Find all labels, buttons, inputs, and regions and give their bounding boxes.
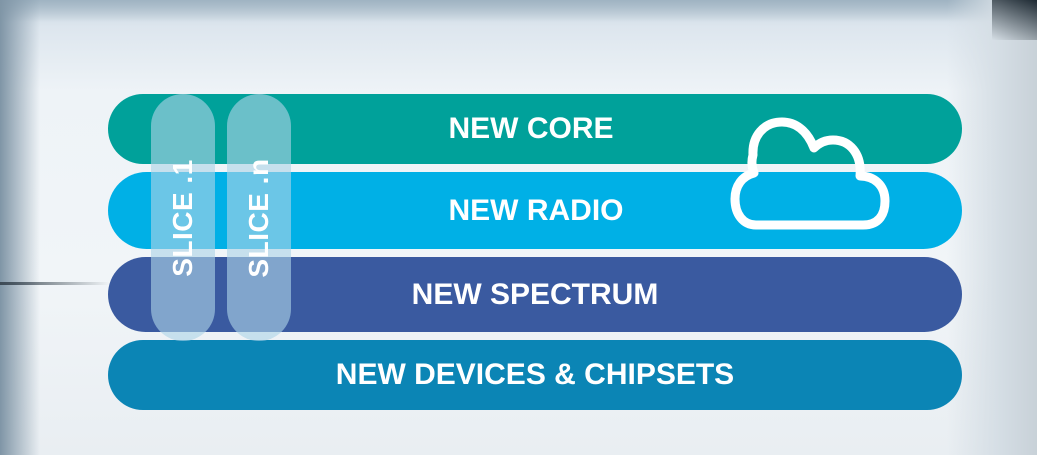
layer-new-spectrum-label: NEW SPECTRUM <box>411 277 659 311</box>
slice-1: SLICE .1 <box>151 94 215 341</box>
background-right-shade <box>947 0 1037 455</box>
layer-new-core-label: NEW CORE <box>448 112 614 145</box>
layer-new-devices: NEW DEVICES & CHIPSETS <box>108 340 962 410</box>
background-left-shade <box>0 0 40 455</box>
slice-n: SLICE .n <box>227 94 291 341</box>
layer-new-radio-label: NEW RADIO <box>448 193 624 227</box>
background-line <box>0 282 110 285</box>
slice-1-label: SLICE .1 <box>167 158 198 277</box>
background-top-shade <box>0 0 1037 22</box>
slice-n-label: SLICE .n <box>243 157 274 278</box>
background-corner-shade <box>992 0 1037 40</box>
layer-new-devices-label: NEW DEVICES & CHIPSETS <box>335 358 735 391</box>
cloud-icon <box>730 117 890 230</box>
